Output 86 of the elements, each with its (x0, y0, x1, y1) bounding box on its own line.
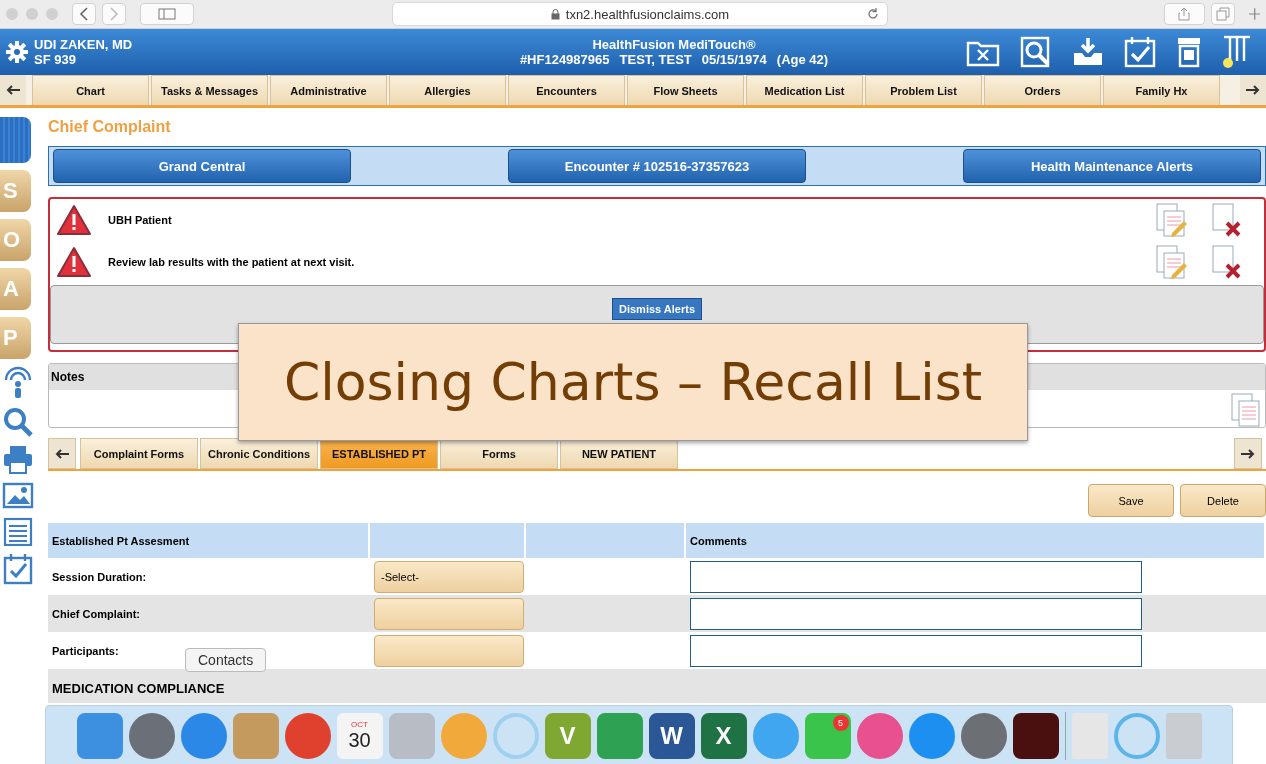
notes-label: Notes (51, 370, 85, 384)
select-dropdown[interactable]: -Select- (374, 560, 524, 593)
sidebar-panel-button[interactable] (0, 117, 31, 163)
download-tray-icon[interactable] (1072, 37, 1104, 67)
module-tab[interactable]: Tasks & Messages (151, 75, 268, 105)
column-header: Comments (686, 523, 1266, 558)
navigation-button[interactable]: Encounter # 102516-37357623 (508, 149, 806, 183)
dock-app-icon[interactable] (1012, 712, 1059, 759)
printer-icon[interactable] (2, 444, 34, 474)
module-tab[interactable]: Medication List (746, 75, 863, 105)
action-button[interactable]: Delete (1180, 484, 1266, 517)
form-tab[interactable]: Complaint Forms (80, 438, 198, 469)
select-dropdown[interactable] (374, 634, 524, 667)
window-minimize-dot[interactable] (26, 8, 38, 20)
tabs-icon (1215, 7, 1230, 21)
warning-icon (56, 246, 92, 278)
field-label: Chief Complaint: (52, 607, 140, 620)
share-icon (1178, 7, 1191, 21)
module-tab[interactable]: Allergies (389, 75, 506, 105)
tooltip: Contacts (185, 648, 267, 672)
navigation-button[interactable]: Grand Central (53, 149, 351, 183)
patient-id: #HF124987965 (519, 52, 610, 67)
picture-icon[interactable] (2, 481, 34, 509)
tabs-right-arrow-button[interactable] (1240, 75, 1266, 105)
dock-app-icon[interactable]: W (648, 712, 695, 759)
provider-code: SF 939 (34, 52, 77, 67)
field-label: Session Duration: (52, 570, 147, 583)
comment-field[interactable] (690, 560, 1142, 593)
comment-field[interactable] (690, 597, 1142, 630)
warning-icon (56, 204, 92, 236)
dock-app-icon[interactable]: X (700, 712, 747, 759)
comment-field[interactable] (690, 634, 1142, 667)
back-button[interactable] (72, 3, 96, 25)
patient-dob: 05/15/1974 (701, 52, 767, 67)
reload-icon[interactable] (867, 8, 880, 20)
module-tab[interactable]: Problem List (865, 75, 982, 105)
field-label: Participants: (52, 644, 119, 657)
app-title: HealthFusion MediTouch® (592, 37, 756, 52)
alert-message: UBH Patient (108, 214, 173, 226)
forward-button[interactable] (102, 3, 126, 25)
dismiss-alerts-button[interactable]: Dismiss Alerts (612, 298, 702, 320)
module-tab[interactable]: Chart (32, 75, 149, 105)
calendar-check-icon[interactable] (2, 553, 34, 585)
module-tab[interactable]: Family Hx (1103, 75, 1220, 105)
search-icon[interactable] (2, 407, 34, 437)
module-tab[interactable]: Flow Sheets (627, 75, 744, 105)
edit-document-icon[interactable] (1156, 203, 1190, 237)
subtabs-left-arrow-button[interactable] (48, 438, 76, 469)
chevron-right-icon (109, 7, 119, 21)
column-header: Established Pt Assesment (48, 523, 370, 558)
notification-badge: 5 (832, 714, 849, 731)
window-zoom-dot[interactable] (46, 8, 58, 20)
caption-text: Closing Charts – Recall List (283, 352, 983, 412)
alert-message: Review lab results with the patient at next visit. (108, 256, 356, 268)
sidebar-toggle-button[interactable] (140, 3, 194, 25)
patient-age: (Age 42) (776, 52, 829, 67)
select-dropdown[interactable] (374, 597, 524, 630)
sidebar-icon (157, 8, 176, 20)
window-close-dot[interactable] (6, 8, 18, 20)
arrow-left-icon (55, 448, 69, 459)
patient-name: TEST, TEST (619, 52, 692, 67)
search-icon[interactable] (1020, 36, 1052, 68)
navigation-button[interactable]: Health Maintenance Alerts (963, 149, 1261, 183)
new-tab-icon[interactable] (1248, 8, 1260, 20)
tabs-left-arrow-button[interactable] (0, 75, 26, 105)
module-tab[interactable]: Administrative (270, 75, 387, 105)
subtabs-right-arrow-button[interactable] (1234, 438, 1262, 469)
module-tab[interactable]: Encounters (508, 75, 625, 105)
arrow-left-icon (6, 85, 20, 95)
dock-app-icon[interactable]: 5 (804, 712, 851, 759)
edit-document-icon[interactable] (1156, 245, 1190, 279)
notepad-icon[interactable] (2, 516, 34, 546)
action-button[interactable]: Save (1088, 484, 1174, 517)
address-field[interactable]: txn2.healthfusionclaims.com (391, 2, 889, 26)
section-heading: MEDICATION COMPLIANCE (48, 669, 1266, 703)
module-tab[interactable]: Orders (984, 75, 1101, 105)
lock-icon (550, 8, 560, 20)
arrow-right-icon (1241, 448, 1255, 459)
dock-app-icon[interactable]: OCT 30 (336, 712, 383, 759)
calendar-check-icon[interactable] (1124, 36, 1156, 68)
page-title: Chief Complaint (48, 118, 172, 137)
form-tab[interactable]: Chronic Conditions (200, 438, 318, 469)
provider-name: UDI ZAKEN, MD (34, 37, 134, 52)
settings-icon[interactable] (6, 41, 28, 63)
arrow-right-icon (1246, 85, 1260, 95)
chevron-left-icon (79, 7, 89, 21)
